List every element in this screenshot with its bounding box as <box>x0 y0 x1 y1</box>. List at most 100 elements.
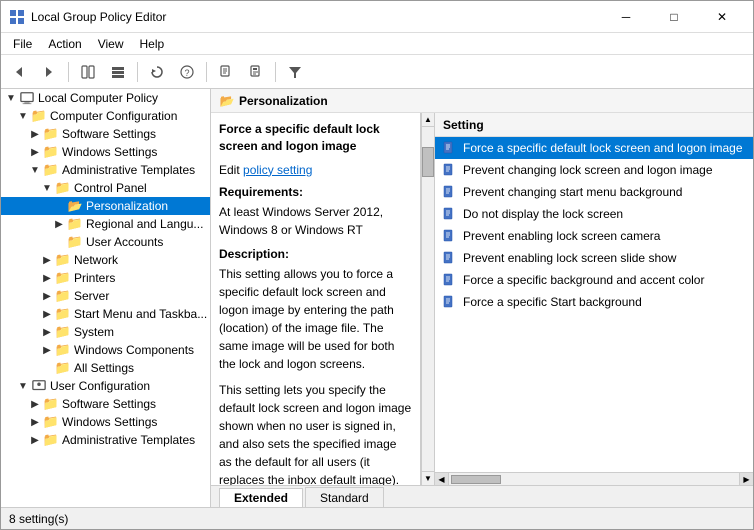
tab-extended[interactable]: Extended <box>219 488 303 507</box>
horiz-scroll-thumb[interactable] <box>451 475 501 484</box>
tree-item-all-settings[interactable]: 📁 All Settings <box>1 359 210 377</box>
toolbar-separator-2 <box>137 62 138 82</box>
tree-item-software-settings[interactable]: ▶ 📁 Software Settings <box>1 125 210 143</box>
tree-item-label: Windows Settings <box>62 145 157 159</box>
tree-item-computer-config[interactable]: ▼ 📁 Computer Configuration <box>1 107 210 125</box>
scroll-down-arrow[interactable]: ▼ <box>422 471 434 485</box>
filter-button[interactable] <box>281 59 309 85</box>
settings-item-label-6: Force a specific background and accent c… <box>463 273 747 287</box>
list-view-button[interactable] <box>104 59 132 85</box>
menu-bar: File Action View Help <box>1 33 753 55</box>
settings-item-label-4: Prevent enabling lock screen camera <box>463 229 747 243</box>
tree-item-admin-templates-uc[interactable]: ▶ 📁 Administrative Templates <box>1 431 210 449</box>
menu-action[interactable]: Action <box>40 35 89 53</box>
scroll-left-arrow[interactable]: ◀ <box>435 473 449 486</box>
toolbar-separator-1 <box>68 62 69 82</box>
folder-icon: 📁 <box>55 360 71 376</box>
folder-icon: 📁 <box>43 432 59 448</box>
back-button[interactable] <box>5 59 33 85</box>
tree-item-label: User Configuration <box>50 379 150 393</box>
main-window: Local Group Policy Editor ─ □ ✕ File Act… <box>0 0 754 530</box>
policy-link[interactable]: policy setting <box>243 163 312 177</box>
tree-item-regional[interactable]: ▶ 📁 Regional and Langu... <box>1 215 210 233</box>
settings-pane: Force a specific default lock screen and… <box>435 137 753 472</box>
folder-icon: 📁 <box>67 234 83 250</box>
folder-icon: 📁 <box>43 396 59 412</box>
scroll-track <box>422 127 434 471</box>
tree-item-start-menu[interactable]: ▶ 📁 Start Menu and Taskba... <box>1 305 210 323</box>
folder-icon: 📁 <box>55 270 71 286</box>
settings-item-label-1: Prevent changing lock screen and logon i… <box>463 163 747 177</box>
settings-item-7[interactable]: Force a specific Start background <box>435 291 753 313</box>
horiz-scrollbar[interactable]: ◀ ▶ <box>435 472 753 485</box>
close-button[interactable]: ✕ <box>699 1 745 33</box>
desc-scrollbar[interactable]: ▲ ▼ <box>421 113 435 485</box>
window-title: Local Group Policy Editor <box>31 10 603 24</box>
folder-icon: 📁 <box>43 144 59 160</box>
settings-item-6[interactable]: Force a specific background and accent c… <box>435 269 753 291</box>
settings-item-5[interactable]: Prevent enabling lock screen slide show <box>435 247 753 269</box>
computer-icon <box>19 90 35 106</box>
settings-item-3[interactable]: Do not display the lock screen <box>435 203 753 225</box>
new-policy-button[interactable] <box>212 59 240 85</box>
menu-help[interactable]: Help <box>132 35 173 53</box>
tree-item-software-settings-uc[interactable]: ▶ 📁 Software Settings <box>1 395 210 413</box>
settings-item-0[interactable]: Force a specific default lock screen and… <box>435 137 753 159</box>
tree-item-system[interactable]: ▶ 📁 System <box>1 323 210 341</box>
description-title: Description: <box>219 247 412 261</box>
tree-panel: ▼ Local Computer Policy ▼ 📁 Computer Con… <box>1 89 211 507</box>
right-panel: 📂 Personalization Force a specific defau… <box>211 89 753 507</box>
settings-item-1[interactable]: Prevent changing lock screen and logon i… <box>435 159 753 181</box>
scroll-up-arrow[interactable]: ▲ <box>422 113 434 127</box>
setting-doc-icon-4 <box>441 228 457 244</box>
tree-item-user-configuration[interactable]: ▼ User Configuration <box>1 377 210 395</box>
tree-item-local-computer[interactable]: ▼ Local Computer Policy <box>1 89 210 107</box>
expand-icon: ▼ <box>15 381 31 392</box>
tree-item-control-panel[interactable]: ▼ 📁 Control Panel <box>1 179 210 197</box>
menu-view[interactable]: View <box>90 35 132 53</box>
tree-item-network[interactable]: ▶ 📁 Network <box>1 251 210 269</box>
maximize-button[interactable]: □ <box>651 1 697 33</box>
settings-item-2[interactable]: Prevent changing start menu background <box>435 181 753 203</box>
scroll-right-arrow[interactable]: ▶ <box>739 473 753 486</box>
settings-header: Setting <box>435 113 753 137</box>
tree-item-server[interactable]: ▶ 📁 Server <box>1 287 210 305</box>
tree-item-label: Windows Components <box>74 343 194 357</box>
tree-item-label: Regional and Langu... <box>86 217 203 231</box>
app-icon <box>9 9 25 25</box>
split-panel: Force a specific default lock screen and… <box>211 113 753 485</box>
tab-standard[interactable]: Standard <box>305 487 384 507</box>
tabs-bar: Extended Standard <box>211 485 753 507</box>
desc-requirements: Requirements: At least Windows Server 20… <box>219 185 412 239</box>
tree-item-windows-settings-cc[interactable]: ▶ 📁 Windows Settings <box>1 143 210 161</box>
tree-item-admin-templates[interactable]: ▼ 📁 Administrative Templates <box>1 161 210 179</box>
refresh-button[interactable] <box>143 59 171 85</box>
horiz-scroll-track <box>449 475 739 484</box>
svg-text:?: ? <box>184 68 189 78</box>
tree-item-printers[interactable]: ▶ 📁 Printers <box>1 269 210 287</box>
tree-item-windows-components[interactable]: ▶ 📁 Windows Components <box>1 341 210 359</box>
tree-item-windows-settings-uc[interactable]: ▶ 📁 Windows Settings <box>1 413 210 431</box>
tree-item-personalization[interactable]: 📂 Personalization <box>1 197 210 215</box>
desc-title: Force a specific default lock screen and… <box>219 121 412 155</box>
forward-button[interactable] <box>35 59 63 85</box>
expand-icon: ▶ <box>39 345 55 356</box>
show-hide-button[interactable] <box>74 59 102 85</box>
folder-icon: 📁 <box>55 342 71 358</box>
tree-item-label: Local Computer Policy <box>38 91 158 105</box>
tree-item-user-accounts[interactable]: 📁 User Accounts <box>1 233 210 251</box>
expand-icon: ▶ <box>39 273 55 284</box>
help-button[interactable]: ? <box>173 59 201 85</box>
menu-file[interactable]: File <box>5 35 40 53</box>
tree-item-label: Start Menu and Taskba... <box>74 307 207 321</box>
scroll-thumb[interactable] <box>422 147 434 177</box>
tree-item-label: All Settings <box>74 361 134 375</box>
settings-item-label-0: Force a specific default lock screen and… <box>463 141 747 155</box>
settings-item-4[interactable]: Prevent enabling lock screen camera <box>435 225 753 247</box>
desc-description: Description: This setting allows you to … <box>219 247 412 485</box>
description-text-1: This setting allows you to force a speci… <box>219 265 412 373</box>
tree-item-label: Windows Settings <box>62 415 157 429</box>
minimize-button[interactable]: ─ <box>603 1 649 33</box>
properties-button[interactable] <box>242 59 270 85</box>
setting-doc-icon-2 <box>441 184 457 200</box>
